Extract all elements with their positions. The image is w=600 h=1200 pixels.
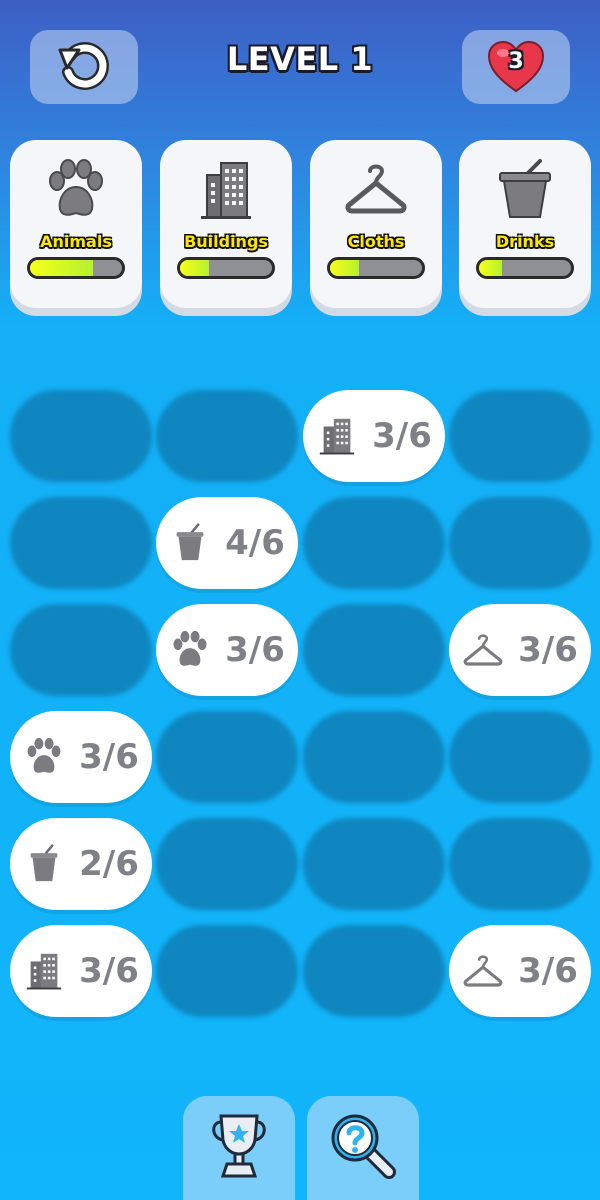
tile-count: 3/6 bbox=[79, 737, 139, 777]
tile-count: 3/6 bbox=[518, 630, 578, 670]
empty-slot bbox=[156, 711, 298, 803]
empty-slot bbox=[449, 390, 591, 482]
category-label: Drinks bbox=[495, 232, 555, 251]
category-card-cloths: Cloths bbox=[310, 140, 442, 308]
tile-count: 4/6 bbox=[225, 523, 285, 563]
empty-slot bbox=[303, 497, 445, 589]
category-label: Animals bbox=[40, 232, 112, 251]
paw-icon bbox=[169, 629, 211, 671]
trophy-button[interactable] bbox=[183, 1096, 295, 1200]
tile-cup[interactable]: 4/6 bbox=[156, 497, 298, 589]
category-progress-bar bbox=[327, 257, 425, 279]
tile-paw[interactable]: 3/6 bbox=[156, 604, 298, 696]
category-label: Buildings bbox=[184, 232, 268, 251]
category-card-animals: Animals bbox=[10, 140, 142, 308]
empty-slot bbox=[156, 390, 298, 482]
tile-hanger[interactable]: 3/6 bbox=[449, 604, 591, 696]
category-progress-bar bbox=[27, 257, 125, 279]
tile-count: 3/6 bbox=[225, 630, 285, 670]
category-card-drinks: Drinks bbox=[459, 140, 591, 308]
cup-icon bbox=[23, 843, 65, 885]
hanger-icon bbox=[340, 154, 412, 226]
tile-cup[interactable]: 2/6 bbox=[10, 818, 152, 910]
empty-slot bbox=[10, 604, 152, 696]
category-label: Cloths bbox=[347, 232, 405, 251]
hanger-icon bbox=[462, 950, 504, 992]
building-icon bbox=[23, 950, 65, 992]
empty-slot bbox=[449, 497, 591, 589]
category-progress-bar bbox=[177, 257, 275, 279]
cup-icon bbox=[169, 522, 211, 564]
tile-count: 2/6 bbox=[79, 844, 139, 884]
tile-count: 3/6 bbox=[518, 951, 578, 991]
cup-icon bbox=[489, 154, 561, 226]
empty-slot bbox=[303, 604, 445, 696]
category-progress-bar bbox=[476, 257, 574, 279]
trophy-icon bbox=[207, 1110, 271, 1186]
empty-slot bbox=[303, 925, 445, 1017]
building-icon bbox=[190, 154, 262, 226]
hanger-icon bbox=[462, 629, 504, 671]
lives-count: 3 bbox=[508, 49, 524, 74]
tile-count: 3/6 bbox=[79, 951, 139, 991]
paw-icon bbox=[40, 154, 112, 226]
hint-button[interactable] bbox=[307, 1096, 419, 1200]
empty-slot bbox=[10, 497, 152, 589]
empty-slot bbox=[156, 818, 298, 910]
building-icon bbox=[316, 415, 358, 457]
category-card-buildings: Buildings bbox=[160, 140, 292, 308]
empty-slot bbox=[449, 711, 591, 803]
lives-counter[interactable]: 3 bbox=[462, 30, 570, 104]
empty-slot bbox=[303, 711, 445, 803]
empty-slot bbox=[449, 818, 591, 910]
tile-building[interactable]: 3/6 bbox=[10, 925, 152, 1017]
tile-hanger[interactable]: 3/6 bbox=[449, 925, 591, 1017]
tile-count: 3/6 bbox=[372, 416, 432, 456]
empty-slot bbox=[303, 818, 445, 910]
tile-paw[interactable]: 3/6 bbox=[10, 711, 152, 803]
empty-slot bbox=[156, 925, 298, 1017]
paw-icon bbox=[23, 736, 65, 778]
empty-slot bbox=[10, 390, 152, 482]
magnifier-question-icon bbox=[327, 1110, 399, 1186]
tile-building[interactable]: 3/6 bbox=[303, 390, 445, 482]
